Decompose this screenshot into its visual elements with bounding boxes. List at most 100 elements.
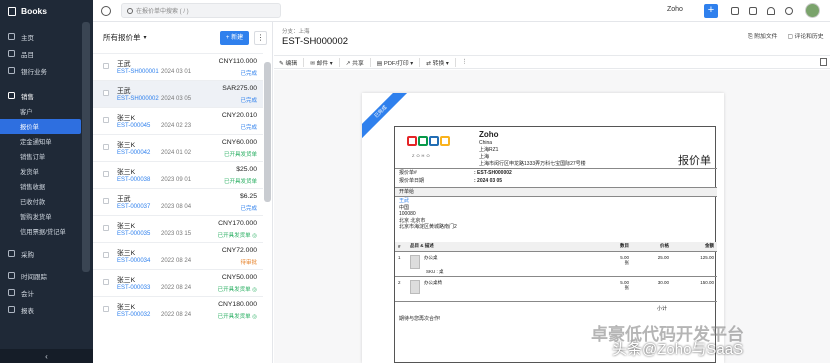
- sidebar-item-time[interactable]: 时间跟踪: [0, 267, 93, 284]
- quote-date: 2024 03 01: [161, 69, 192, 75]
- product-thumbnail: [410, 254, 420, 269]
- pdf-print-button[interactable]: ▤ PDF/打印 ▾: [377, 58, 413, 67]
- quote-number[interactable]: EST-000033: [117, 285, 150, 291]
- quote-date: 2023 09 01: [161, 177, 192, 183]
- sidebar-subitem-credit-notes[interactable]: 信用票据/贷记单: [0, 224, 93, 239]
- list-item[interactable]: 张三K EST-000035 2023 03 15 CNY170.000 已开具发货单 …: [93, 215, 263, 242]
- customer-name: 王武: [117, 61, 131, 68]
- comments-link[interactable]: ▢ 评论和历史: [787, 31, 823, 41]
- sidebar-subitem-quotes[interactable]: 报价单: [0, 119, 90, 134]
- sidebar-subitem-sales-orders[interactable]: 销售订单: [0, 149, 93, 164]
- sidebar-subitem-customers[interactable]: 客户: [0, 104, 93, 119]
- quick-create-button[interactable]: +: [704, 4, 718, 18]
- gear-icon[interactable]: [785, 7, 793, 15]
- edit-button[interactable]: ✎ 编辑: [279, 58, 297, 67]
- quote-number[interactable]: EST-SH000002: [117, 96, 159, 102]
- list-scrollbar[interactable]: [264, 62, 271, 202]
- bell-icon[interactable]: [767, 7, 775, 15]
- sidebar-item-items[interactable]: 品目: [0, 45, 93, 62]
- sidebar-subitem-recurring[interactable]: 暂购发货单: [0, 209, 93, 224]
- company-address: Zoho China 上海RZ1 上海 上海市闵行区申龙路1333弄万科七宝国际…: [479, 130, 586, 168]
- row-checkbox[interactable]: [103, 198, 109, 204]
- row-checkbox[interactable]: [103, 252, 109, 258]
- new-quote-button[interactable]: + 新建: [220, 31, 249, 45]
- status-badge: 待审批: [240, 260, 257, 266]
- app-name: Books: [21, 6, 47, 16]
- quote-number[interactable]: EST-000032: [117, 312, 150, 318]
- list-item[interactable]: 王武 EST-000037 2023 08 04 $6.25 已完成: [93, 188, 263, 215]
- sidebar-item-home[interactable]: 主页: [0, 28, 93, 45]
- share-button[interactable]: ↗ 共享: [346, 58, 364, 67]
- row-checkbox[interactable]: [103, 63, 109, 69]
- sidebar-item-reports[interactable]: 报表: [0, 301, 93, 318]
- clock-icon: [8, 272, 15, 279]
- quote-date: 2024 02 23: [161, 123, 192, 129]
- quote-amount: CNY72.000: [221, 247, 257, 254]
- sidebar-scrollbar[interactable]: [82, 22, 90, 272]
- collapse-sidebar-icon[interactable]: ‹: [0, 349, 93, 363]
- list-item[interactable]: 张三K EST-000042 2024 01 02 CNY60.000 已开具发货单: [93, 134, 263, 161]
- quote-number[interactable]: EST-000034: [117, 258, 150, 264]
- quote-date: 2024 03 05: [161, 96, 192, 102]
- row-checkbox[interactable]: [103, 144, 109, 150]
- org-switcher[interactable]: Zoho: [667, 6, 683, 13]
- sidebar-item-sales[interactable]: 销售: [0, 87, 93, 104]
- product-thumbnail: [410, 279, 420, 294]
- users-icon[interactable]: [731, 7, 739, 15]
- quote-number[interactable]: EST-000038: [117, 177, 150, 183]
- avatar[interactable]: [805, 3, 820, 18]
- side-panel-icon[interactable]: [820, 58, 827, 66]
- search-input[interactable]: 在报价单中搜索 ( / ): [121, 3, 281, 18]
- table-row: 1 办公桌 SKU : 桌 5.00 张 25.00 125.00: [395, 251, 717, 277]
- quote-amount: CNY50.000: [221, 274, 257, 281]
- row-checkbox[interactable]: [103, 171, 109, 177]
- row-checkbox[interactable]: [103, 225, 109, 231]
- sidebar-subitem-payments[interactable]: 已收付款: [0, 194, 93, 209]
- row-checkbox[interactable]: [103, 306, 109, 312]
- quote-number[interactable]: EST-000037: [117, 204, 150, 210]
- detail-more-button[interactable]: ⋮: [462, 59, 468, 65]
- status-badge: 已完成: [240, 206, 257, 212]
- sidebar-subitem-receipts[interactable]: 销售收据: [0, 179, 93, 194]
- quote-number[interactable]: EST-000042: [117, 150, 150, 156]
- row-checkbox[interactable]: [103, 90, 109, 96]
- list-item[interactable]: 王武 EST-SH000002 2024 03 05 SAR275.00 已完成: [93, 80, 263, 107]
- bank-icon: [8, 67, 15, 74]
- sidebar-item-banking[interactable]: 银行业务: [0, 62, 93, 79]
- quote-date: 2024 01 02: [161, 150, 192, 156]
- status-badge: 已开具发货单 ◎: [217, 233, 257, 239]
- sidebar-item-purchases[interactable]: 采购: [0, 245, 93, 262]
- list-item[interactable]: 张三K EST-000034 2022 08 24 CNY72.000 待审批: [93, 242, 263, 269]
- list-item[interactable]: 张三K EST-000032 2022 08 24 CNY180.000 已开具发货单 …: [93, 296, 263, 323]
- list-item[interactable]: 张三K EST-000033 2022 08 24 CNY50.000 已开具发货单 ◎: [93, 269, 263, 296]
- quote-date: 报价单日期: 2024 03 05: [399, 178, 503, 184]
- list-item[interactable]: 张三K EST-000045 2024 02 23 CNY20.010 已完成: [93, 107, 263, 134]
- footer-note: 期待与您再次合作!: [399, 316, 441, 322]
- list-item[interactable]: 张三K EST-000038 2023 09 01 $25.00 已开具发货单: [93, 161, 263, 188]
- row-checkbox[interactable]: [103, 117, 109, 123]
- quote-number[interactable]: EST-000045: [117, 123, 150, 129]
- quote-list: 王武 EST-SH000001 2024 03 01 CNY110.000 已完成 王武 E…: [93, 53, 263, 323]
- table-row: 2 办公桌椅 5.00 张 30.00 150.00: [395, 276, 717, 302]
- history-icon[interactable]: [101, 5, 111, 16]
- app-brand[interactable]: Books: [0, 0, 93, 22]
- sidebar-item-accounting[interactable]: 会计: [0, 284, 93, 301]
- quote-number[interactable]: EST-000035: [117, 231, 150, 237]
- sidebar-subitem-invoices[interactable]: 发货单: [0, 164, 93, 179]
- quote-amount: CNY170.000: [218, 220, 257, 227]
- row-checkbox[interactable]: [103, 279, 109, 285]
- sidebar-subitem-retainer[interactable]: 定金通知单: [0, 134, 93, 149]
- quote-detail-pane: 分支：上海 EST-SH000002 ⎘ 附加文件 ▢ 评论和历史 ✎ 编辑 ✉…: [274, 22, 830, 363]
- customer-name: 张三K: [117, 277, 136, 284]
- convert-button[interactable]: ⇄ 转换 ▾: [426, 58, 449, 67]
- attach-files-link[interactable]: ⎘ 附加文件: [748, 31, 777, 41]
- list-item[interactable]: 王武 EST-SH000001 2024 03 01 CNY110.000 已完成: [93, 53, 263, 80]
- quote-list-pane: 所有报价单 ▾ + 新建 ⋮ 王武 EST-SH000001 2024 03 01 C…: [93, 22, 273, 363]
- list-more-button[interactable]: ⋮: [254, 31, 267, 45]
- notes-icon[interactable]: [749, 7, 757, 15]
- sidebar: Books 主页 品目 银行业务 销售 客户 报价单 定金通知单 销售订单 发货…: [0, 0, 93, 363]
- mail-button[interactable]: ✉ 邮件 ▾: [310, 58, 333, 67]
- list-title[interactable]: 所有报价单: [103, 32, 141, 43]
- quote-number[interactable]: EST-SH000001: [117, 69, 159, 75]
- chevron-down-icon[interactable]: ▾: [144, 34, 147, 41]
